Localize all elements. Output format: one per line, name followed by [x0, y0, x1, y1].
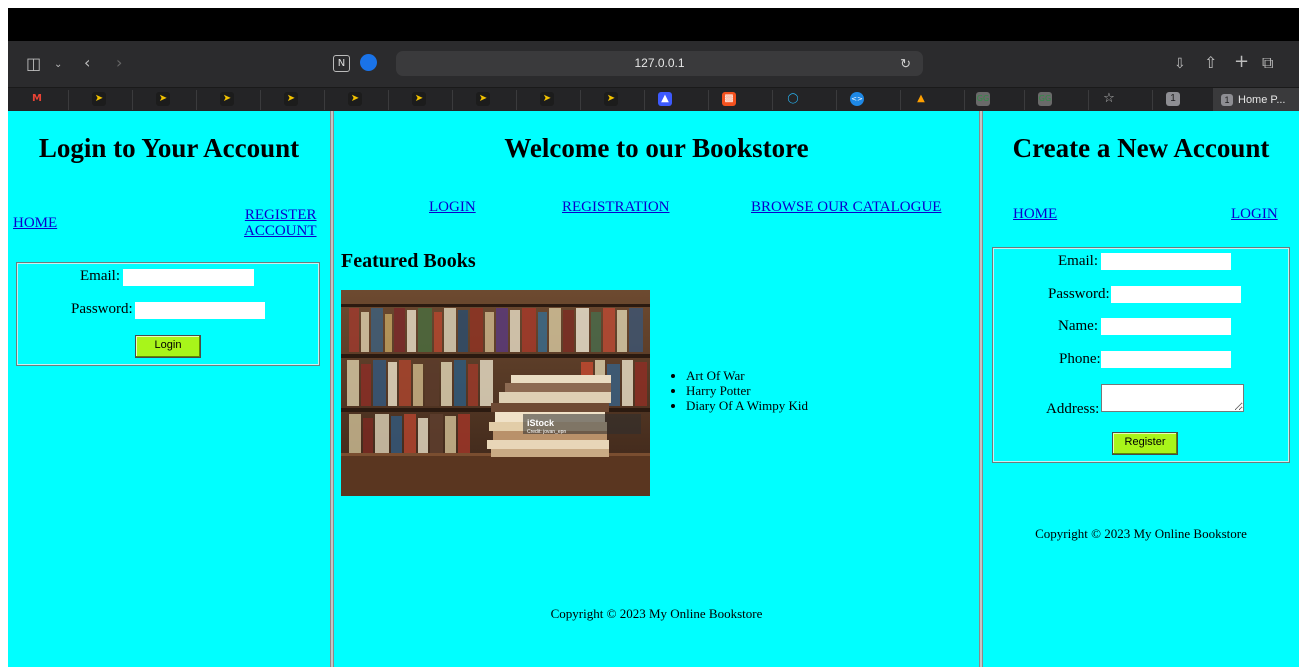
window-titlebar [8, 8, 1299, 41]
login-button[interactable]: Login [135, 335, 201, 358]
tab-title: Home P... [1238, 94, 1286, 106]
chart-favicon-icon[interactable]: ▩ [722, 92, 736, 106]
favorites-bar: M ➤ ➤ ➤ ➤ ➤ ➤ ➤ ➤ ➤ ▲ ▩ ◯ <> ▲ GG GG ☆ 1… [8, 87, 1299, 112]
password-label: Password: [71, 301, 133, 317]
register-link-line1: REGISTER [244, 207, 317, 223]
app-favicon-icon[interactable]: ▲ [658, 92, 672, 106]
address-bar[interactable]: 127.0.0.1 ↻ [396, 51, 923, 76]
bookmark-favicon-icon[interactable]: ➤ [476, 92, 490, 106]
register-button[interactable]: Register [1112, 432, 1178, 455]
copyright-text: Copyright © 2023 My Online Bookstore [550, 606, 763, 621]
featured-books-heading: Featured Books [341, 250, 476, 272]
share-icon[interactable]: ⇧ [1204, 55, 1217, 71]
password-field[interactable] [1111, 286, 1241, 303]
login-link[interactable]: LOGIN [1231, 206, 1278, 222]
gfg-favicon-icon[interactable]: GG [1038, 92, 1052, 106]
register-link-line2: ACCOUNT [244, 223, 317, 239]
page-title: Welcome to our Bookstore [504, 133, 809, 163]
bulb-favicon-icon[interactable]: ◯ [786, 92, 800, 106]
login-frame: Login to Your Account HOME REGISTER ACCO… [8, 111, 330, 667]
bookmark-favicon-icon[interactable]: ➤ [92, 92, 106, 106]
bookmark-favicon-icon[interactable]: ➤ [412, 92, 426, 106]
list-item: Harry Potter [686, 383, 808, 398]
login-form: Email: Password: Login [16, 262, 320, 366]
tab-home[interactable]: 1 Home P... [1213, 88, 1299, 112]
reload-icon[interactable]: ↻ [900, 51, 911, 76]
password-label: Password: [1048, 286, 1110, 302]
address-field[interactable] [1101, 384, 1244, 412]
page-title: Create a New Account [1012, 133, 1270, 163]
email-label: Email: [1058, 253, 1098, 269]
back-button[interactable]: ‹ [84, 55, 90, 71]
copyright-text: Copyright © 2023 My Online Bookstore [1035, 526, 1247, 541]
star-icon[interactable]: ☆ [1102, 92, 1116, 106]
featured-books-image: iStock Credit: jovan_epn [341, 290, 650, 496]
bookmark-favicon-icon[interactable]: ➤ [540, 92, 554, 106]
shield-extension-icon[interactable] [360, 54, 377, 71]
window-top-edge [0, 0, 1307, 8]
name-label: Name: [1058, 318, 1098, 334]
notion-extension-icon[interactable]: N [333, 55, 350, 72]
forward-button[interactable]: › [116, 55, 122, 71]
page-title: Login to Your Account [38, 133, 300, 163]
registration-form: Email: Password: Name: Phone: Address: R… [992, 247, 1290, 463]
featured-books-list: Art Of War Harry Potter Diary Of A Wimpy… [668, 368, 808, 413]
list-item: Art Of War [686, 368, 808, 383]
gmail-favicon-icon[interactable]: M [30, 92, 44, 106]
email-field[interactable] [123, 269, 254, 286]
bookshelf-photo: iStock Credit: jovan_epn [341, 290, 650, 496]
chevron-down-icon[interactable]: ⌄ [54, 57, 62, 73]
password-field[interactable] [135, 302, 265, 319]
registration-frame: Create a New Account HOME LOGIN Email: P… [983, 111, 1299, 667]
favorites-count-badge[interactable]: 1 [1166, 92, 1180, 106]
download-icon[interactable]: ⇩ [1174, 56, 1186, 72]
firebase-favicon-icon[interactable]: ▲ [914, 92, 928, 106]
bookmark-favicon-icon[interactable]: ➤ [284, 92, 298, 106]
bookmark-favicon-icon[interactable]: ➤ [156, 92, 170, 106]
register-account-link[interactable]: REGISTER ACCOUNT [244, 207, 317, 239]
sidebar-toggle-icon[interactable]: ◫ [26, 56, 41, 72]
list-item: Diary Of A Wimpy Kid [686, 398, 808, 413]
phone-label: Phone: [1059, 351, 1101, 367]
home-link[interactable]: HOME [1013, 206, 1057, 222]
tab-count-badge: 1 [1221, 94, 1233, 107]
bookmark-favicon-icon[interactable]: ➤ [348, 92, 362, 106]
home-link[interactable]: HOME [13, 215, 57, 231]
email-field[interactable] [1101, 253, 1231, 270]
url-text: 127.0.0.1 [634, 56, 685, 70]
phone-field[interactable] [1101, 351, 1231, 368]
catalogue-link[interactable]: BROWSE OUR CATALOGUE [751, 199, 941, 215]
bookmark-favicon-icon[interactable]: ➤ [604, 92, 618, 106]
new-tab-icon[interactable]: + [1234, 53, 1249, 71]
credit-text: Credit: jovan_epn [527, 429, 566, 435]
home-frame: Welcome to our Bookstore LOGIN REGISTRAT… [334, 111, 979, 667]
address-label: Address: [1046, 401, 1100, 417]
email-label: Email: [80, 268, 120, 284]
registration-link[interactable]: REGISTRATION [562, 199, 670, 215]
bookmark-favicon-icon[interactable]: ➤ [220, 92, 234, 106]
login-link[interactable]: LOGIN [429, 199, 476, 215]
name-field[interactable] [1101, 318, 1231, 335]
watermark-text: iStock [527, 418, 555, 428]
code-favicon-icon[interactable]: <> [850, 92, 864, 106]
browser-toolbar: ◫ ⌄ ‹ › N 127.0.0.1 ↻ ⇩ ⇧ + ⧉ [8, 41, 1299, 87]
gfg-favicon-icon[interactable]: GG [976, 92, 990, 106]
tab-overview-icon[interactable]: ⧉ [1262, 55, 1273, 71]
